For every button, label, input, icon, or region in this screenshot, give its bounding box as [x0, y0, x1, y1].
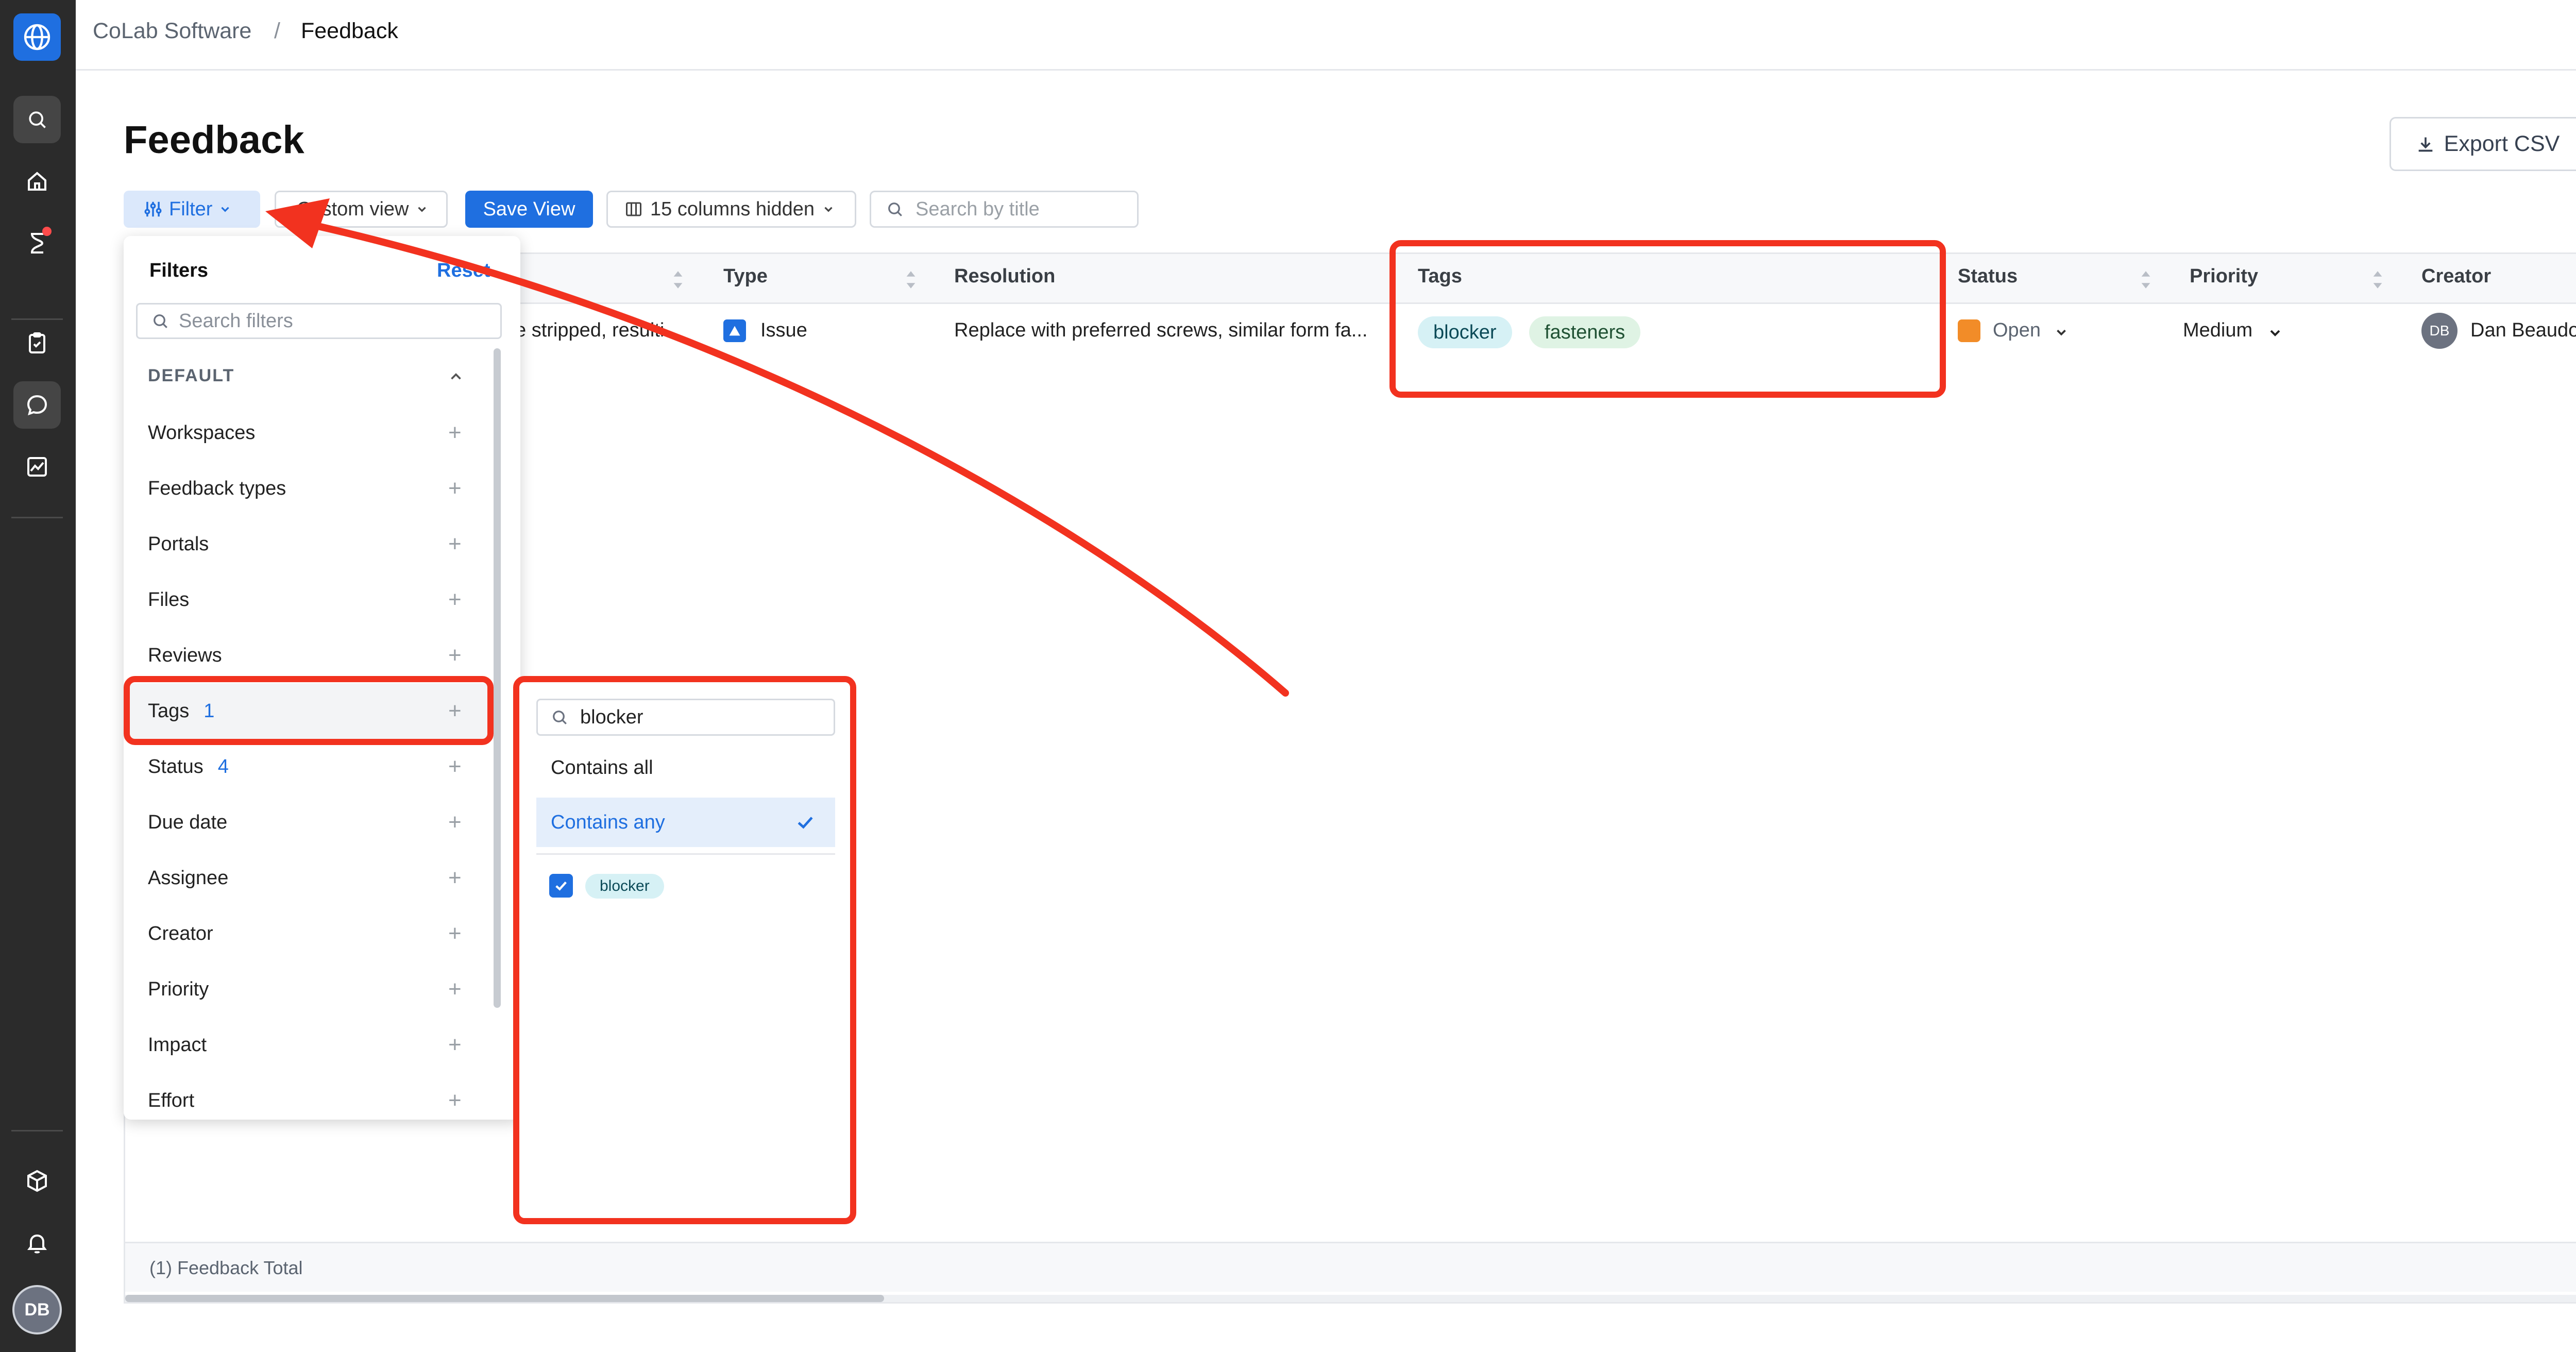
annotation-arrow: [265, 198, 1289, 697]
